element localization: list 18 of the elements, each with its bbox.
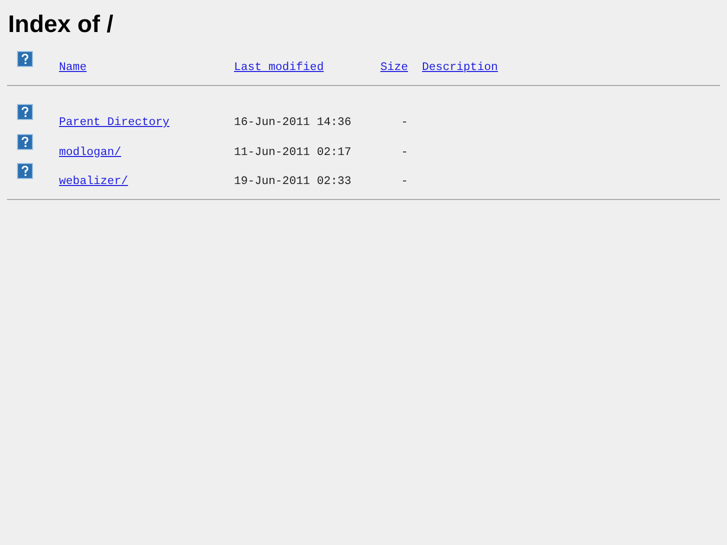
name-column-link[interactable]: Name xyxy=(59,61,87,74)
directory-link[interactable]: modlogan/ xyxy=(59,146,122,158)
unknown-file-icon xyxy=(17,134,33,150)
page-title: Index of / xyxy=(8,11,114,39)
unknown-file-icon xyxy=(17,104,33,120)
unknown-file-icon xyxy=(17,163,33,179)
description-column-link[interactable]: Description xyxy=(422,61,498,74)
directory-link[interactable]: webalizer/ xyxy=(59,175,128,188)
modified-date: 19-Jun-2011 02:33 xyxy=(234,175,352,188)
file-size: - xyxy=(401,116,408,129)
file-size: - xyxy=(401,175,408,188)
unknown-file-icon xyxy=(17,51,33,67)
modified-date: 16-Jun-2011 14:36 xyxy=(234,116,352,129)
modified-date: 11-Jun-2011 02:17 xyxy=(234,146,352,158)
last-modified-column-link[interactable]: Last modified xyxy=(234,61,324,74)
size-column-link[interactable]: Size xyxy=(380,61,408,74)
directory-link[interactable]: Parent Directory xyxy=(59,116,170,129)
file-size: - xyxy=(401,146,408,158)
